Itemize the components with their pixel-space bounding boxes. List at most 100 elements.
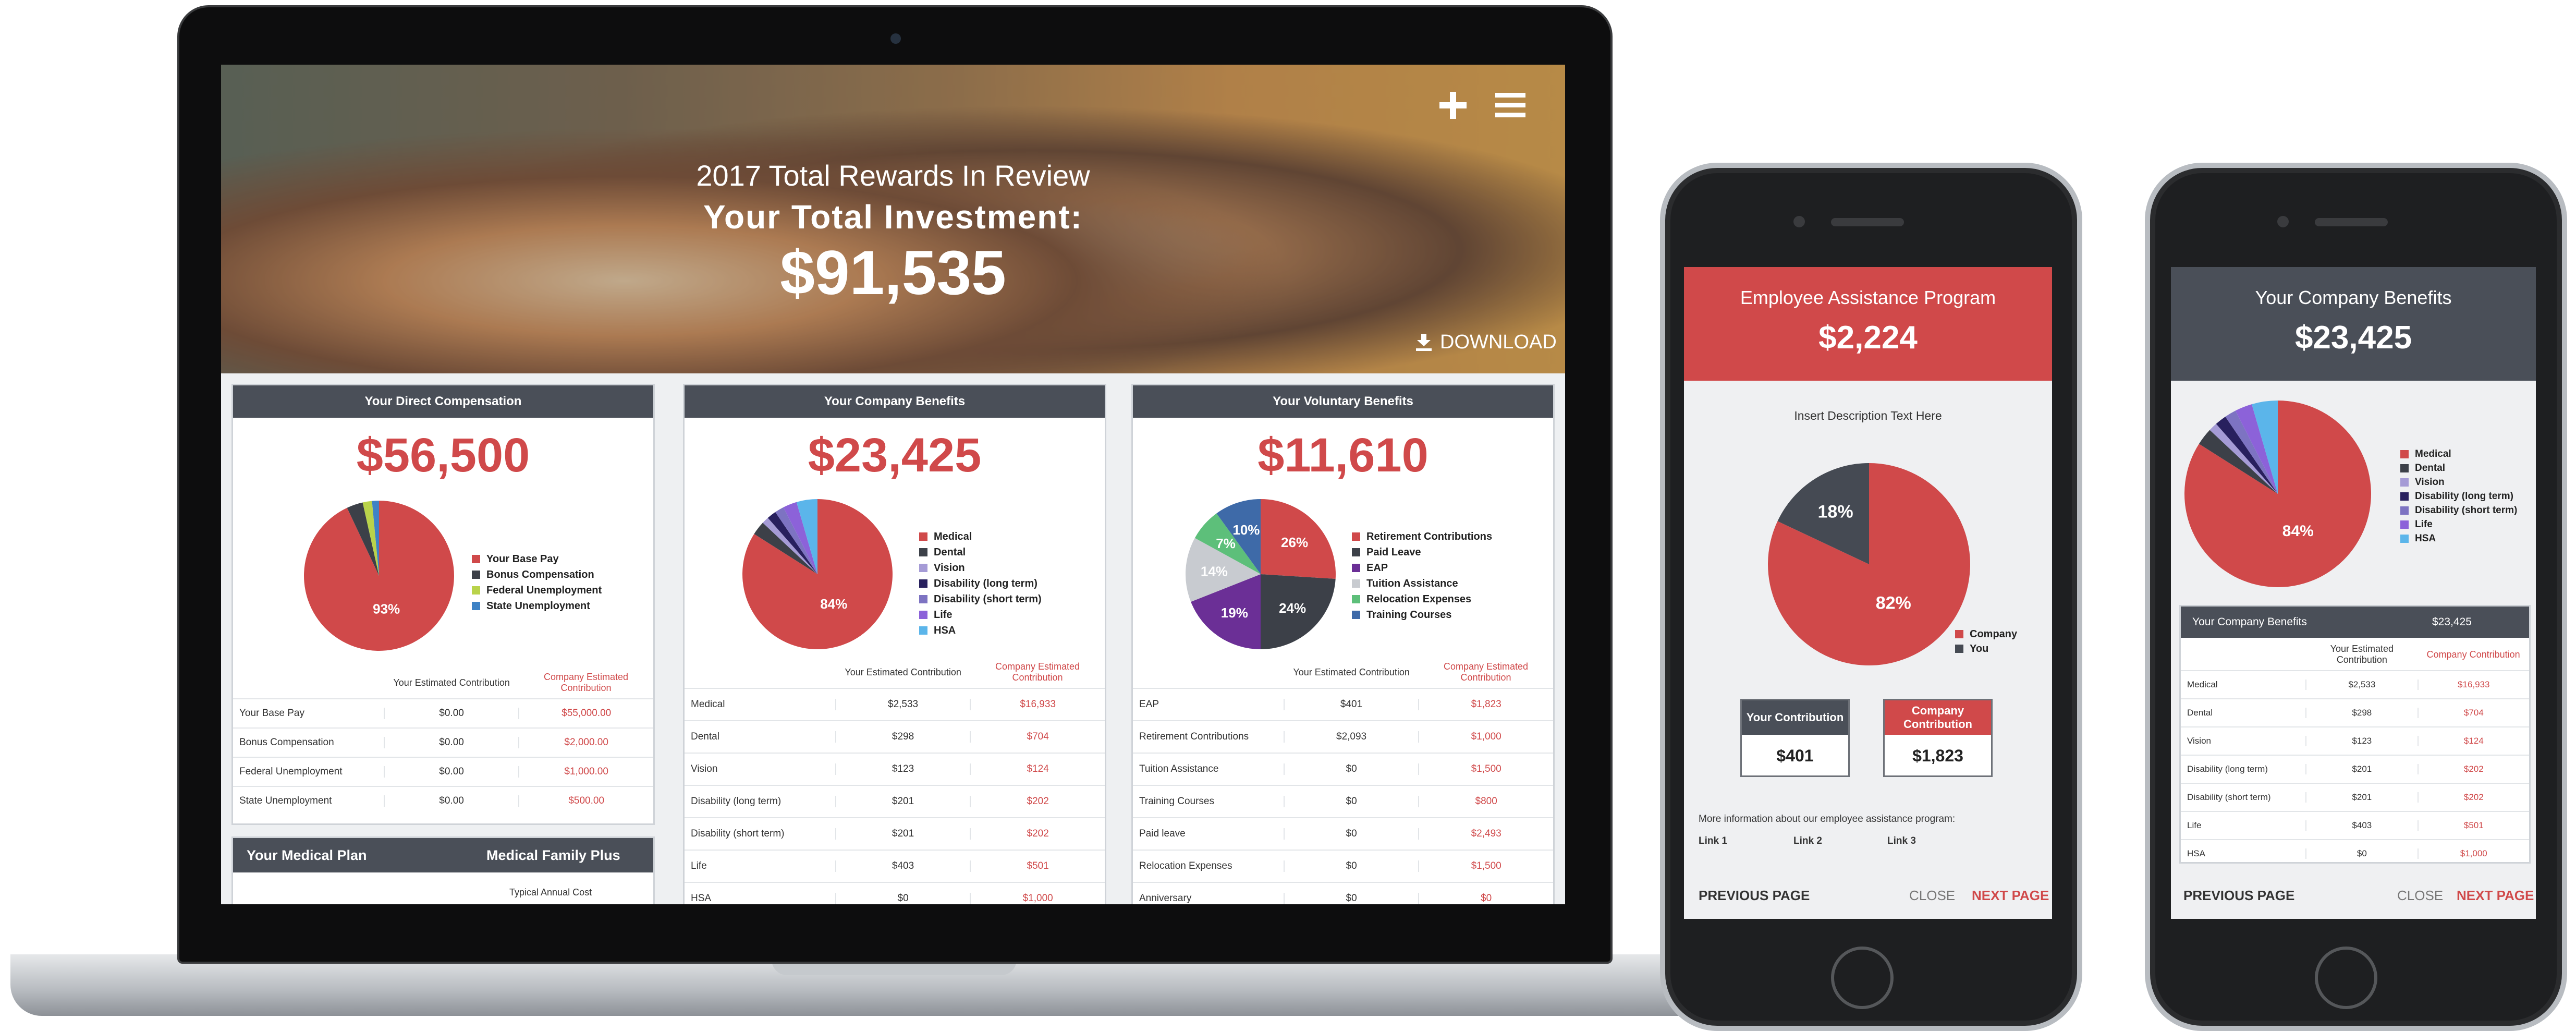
legend-item: Relocation Expenses	[1352, 591, 1492, 607]
p2-previous-page[interactable]: PREVIOUS PAGE	[2183, 888, 2294, 904]
p1-link-1[interactable]: Link 1	[1699, 835, 1727, 847]
legend-swatch	[2400, 492, 2409, 501]
p1-previous-page[interactable]: PREVIOUS PAGE	[1699, 888, 1810, 904]
legend-item: You	[1955, 641, 2017, 656]
pie-label-2: 19%	[1221, 605, 1248, 621]
legend-swatch	[2400, 520, 2409, 529]
phone-1-home-button[interactable]	[1831, 947, 1894, 1009]
legend-label: Tuition Assistance	[1366, 577, 1458, 589]
table-row: Dental $298 $704	[685, 720, 1105, 753]
legend-item: Medical	[919, 529, 1042, 544]
legend-swatch	[1352, 595, 1360, 603]
pie-direct: 93%	[303, 501, 454, 651]
legend-label: Vision	[934, 562, 965, 574]
table-header: Your Estimated Contribution Company Estim…	[233, 667, 653, 698]
table-cell: $0.00	[383, 766, 519, 778]
pie-label-1: 24%	[1279, 600, 1306, 616]
table-row: Medical $2,533 $16,933	[685, 688, 1105, 720]
table-cell: $2,533	[2305, 680, 2417, 690]
legend-label: Disability (long term)	[2415, 490, 2513, 502]
legend-item: HSA	[2400, 531, 2517, 545]
table-row: Your Base Pay $0.00 $55,000.00	[233, 698, 653, 727]
p1-your-contribution: Your Contribution $401	[1740, 699, 1850, 777]
legend-item: Paid Leave	[1352, 544, 1492, 560]
pie-company: 84%	[742, 499, 893, 649]
legend-swatch	[919, 579, 927, 588]
p2-close[interactable]: CLOSE	[2397, 888, 2443, 904]
legend-swatch	[1352, 532, 1360, 541]
p1-amount: $2,224	[1818, 320, 1918, 356]
legend-item: Medical	[2400, 447, 2517, 461]
plus-icon[interactable]	[1437, 90, 1469, 121]
table-cell: $124	[970, 763, 1105, 775]
table-cell: Dental	[691, 731, 719, 742]
legend-label: Vision	[2415, 476, 2445, 488]
table-cell: $1,000	[1418, 731, 1553, 743]
legend-swatch	[2400, 534, 2409, 543]
table-header: Your Estimated Contribution Company Contr…	[2181, 639, 2529, 670]
p1-company-contribution: Company Contribution $1,823	[1883, 699, 1993, 777]
phone-2-home-button[interactable]	[2315, 947, 2377, 1009]
table-cell: $298	[835, 731, 970, 743]
card-company-amount: $23,425	[808, 429, 982, 482]
table-cell: $2,000.00	[518, 737, 653, 748]
table-cell: Tuition Assistance	[1139, 763, 1219, 774]
table-cell: Anniversary	[1139, 893, 1192, 904]
p2-amount: $23,425	[2294, 320, 2412, 356]
table-cell: $202	[970, 828, 1105, 840]
p1-close[interactable]: CLOSE	[1909, 888, 1955, 904]
legend-label: Dental	[2415, 462, 2446, 474]
card-direct-amount: $56,500	[356, 429, 530, 482]
p2-title: Your Company Benefits	[2255, 287, 2452, 308]
table-direct: Your Estimated Contribution Company Estim…	[233, 667, 653, 815]
download-button[interactable]: DOWNLOAD	[1415, 331, 1557, 354]
card-voluntary-amount: $11,610	[1258, 429, 1429, 482]
legend-swatch	[2400, 478, 2409, 487]
p2-table-title: Your Company Benefits	[2192, 616, 2307, 628]
phone-2-speaker	[2315, 218, 2388, 226]
pie-label-5: 10%	[1232, 522, 1260, 538]
legend-label: Federal Unemployment	[486, 584, 602, 596]
table-cell: Life	[691, 860, 707, 871]
table-cell: $201	[2305, 792, 2417, 803]
p1-description: Insert Description Text Here	[1794, 409, 1942, 422]
legend-phone1: Company You	[1955, 627, 2017, 656]
p1-more-info: More information about our employee assi…	[1699, 814, 1956, 824]
legend-swatch	[919, 595, 927, 603]
legend-label: EAP	[1366, 562, 1388, 574]
p1-next-page[interactable]: NEXT PAGE	[1972, 888, 2049, 904]
legend-swatch	[472, 586, 480, 595]
hero-banner: 2017 Total Rewards In Review Your Total …	[221, 65, 1565, 373]
table-cell: Disability (short term)	[2187, 792, 2271, 802]
table-cell: $500.00	[518, 795, 653, 807]
legend-label: Dental	[934, 546, 966, 558]
p1-link-3[interactable]: Link 3	[1887, 835, 1916, 847]
card-company-benefits: Your Company Benefits $23,425 84% Medica…	[683, 384, 1106, 904]
card-company-title: Your Company Benefits	[685, 385, 1105, 418]
p2-next-page[interactable]: NEXT PAGE	[2457, 888, 2534, 904]
table-cell: HSA	[691, 893, 712, 904]
table-cell: $201	[835, 828, 970, 840]
legend-item: Dental	[2400, 461, 2517, 475]
table-cell: $0	[1283, 796, 1419, 807]
table-cell: Relocation Expenses	[1139, 860, 1232, 871]
p1-company-contribution-label: Company Contribution	[1885, 700, 1991, 735]
legend-swatch	[1352, 579, 1360, 588]
pie-label-0: 26%	[1281, 535, 1308, 550]
table-cell: $2,093	[1283, 731, 1419, 743]
table-cell: $0	[1418, 893, 1553, 904]
table-cell: $704	[2417, 708, 2529, 718]
legend-label: Disability (long term)	[934, 577, 1037, 589]
p1-link-2[interactable]: Link 2	[1793, 835, 1822, 847]
table-cell: $501	[2417, 820, 2529, 831]
table-cell: $55,000.00	[518, 708, 653, 719]
pie-voluntary: 26% 24% 19% 14% 7%10%	[1186, 499, 1336, 649]
legend-label: Your Base Pay	[486, 553, 559, 565]
card-direct-title: Your Direct Compensation	[233, 385, 653, 418]
legend-label: You	[1970, 642, 1989, 654]
table-cell: $0	[1283, 860, 1419, 872]
table-row: Disability (long term) $201 $202	[2181, 755, 2529, 783]
table-cell: $0	[1283, 763, 1419, 775]
menu-icon[interactable]	[1494, 91, 1527, 120]
table-cell: $0	[1283, 893, 1419, 904]
